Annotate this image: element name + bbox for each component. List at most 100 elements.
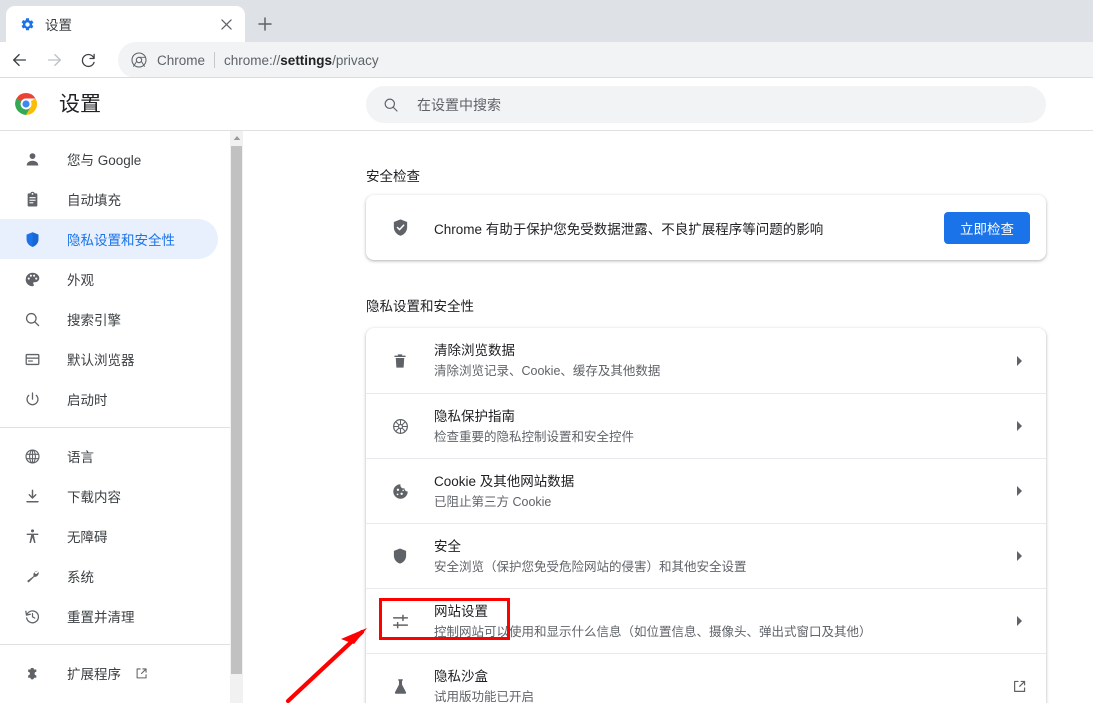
sidebar-item-label: 您与 Google (67, 149, 141, 169)
caret-up-icon[interactable] (230, 131, 243, 145)
row-title: Cookie 及其他网站数据 (434, 474, 574, 489)
browser-tab-settings[interactable]: 设置 (6, 6, 245, 42)
sidebar-item-label: 搜索引擎 (67, 309, 121, 329)
browser-window-icon (22, 349, 42, 369)
sliders-icon (390, 611, 410, 631)
history-restore-icon (22, 606, 42, 626)
cookie-icon (390, 481, 410, 501)
privacy-row-security[interactable]: 安全 安全浏览（保护您免受危险网站的侵害）和其他安全设置 (366, 523, 1046, 588)
page-title: 设置 (59, 92, 101, 117)
chrome-icon (130, 51, 148, 69)
privacy-row-cookies[interactable]: Cookie 及其他网站数据 已阻止第三方 Cookie (366, 458, 1046, 523)
sidebar-item-on-startup[interactable]: 启动时 (0, 379, 218, 419)
safety-check-card[interactable]: Chrome 有助于保护您免受数据泄露、不良扩展程序等问题的影响 立即检查 (366, 195, 1046, 260)
sidebar-scrollbar-thumb[interactable] (231, 146, 242, 674)
sidebar-item-default-browser[interactable]: 默认浏览器 (0, 339, 218, 379)
sidebar-top-gap (0, 131, 230, 139)
privacy-row-site-settings[interactable]: 网站设置 控制网站可以使用和显示什么信息（如位置信息、摄像头、弹出式窗口及其他） (366, 588, 1046, 653)
sidebar-divider-1 (0, 427, 230, 428)
puzzle-icon (22, 663, 42, 683)
shield-check-icon (390, 218, 410, 238)
run-safety-check-button[interactable]: 立即检查 (944, 212, 1030, 244)
accessibility-icon (22, 526, 42, 546)
url-strong: settings (280, 53, 332, 68)
gear-icon (19, 16, 35, 32)
sidebar-item-you-and-google[interactable]: 您与 Google (0, 139, 218, 179)
sidebar-item-system[interactable]: 系统 (0, 556, 218, 596)
sidebar-item-languages[interactable]: 语言 (0, 436, 218, 476)
close-icon[interactable] (215, 13, 237, 35)
chevron-right-icon[interactable] (1008, 415, 1030, 437)
forward-button[interactable] (40, 46, 68, 74)
sidebar-item-autofill[interactable]: 自动填充 (0, 179, 218, 219)
privacy-row-privacy-guide[interactable]: 隐私保护指南 检查重要的隐私控制设置和安全控件 (366, 393, 1046, 458)
search-icon (382, 96, 400, 114)
omnibox-url: chrome://settings/privacy (224, 53, 379, 68)
trash-icon (390, 351, 410, 371)
privacy-row-text: 网站设置 控制网站可以使用和显示什么信息（如位置信息、摄像头、弹出式窗口及其他） (434, 602, 1008, 641)
privacy-row-text: 隐私沙盒 试用版功能已开启 (434, 667, 1008, 703)
row-subtitle: 试用版功能已开启 (434, 688, 1008, 703)
shield-icon (390, 546, 410, 566)
sidebar-item-label: 语言 (67, 446, 94, 466)
person-icon (22, 149, 42, 169)
row-subtitle: 检查重要的隐私控制设置和安全控件 (434, 428, 1008, 446)
wrench-icon (22, 566, 42, 586)
row-title: 安全 (434, 539, 461, 554)
sidebar-item-label: 启动时 (67, 389, 108, 409)
globe-icon (22, 446, 42, 466)
privacy-row-clear-browsing-data[interactable]: 清除浏览数据 清除浏览记录、Cookie、缓存及其他数据 (366, 328, 1046, 393)
privacy-settings-card: 清除浏览数据 清除浏览记录、Cookie、缓存及其他数据 (366, 328, 1046, 703)
row-subtitle: 控制网站可以使用和显示什么信息（如位置信息、摄像头、弹出式窗口及其他） (434, 623, 1008, 641)
privacy-guide-icon (390, 416, 410, 436)
power-icon (22, 389, 42, 409)
browser-window: 设置 (0, 0, 1093, 703)
sidebar-item-search-engine[interactable]: 搜索引擎 (0, 299, 218, 339)
sidebar-item-accessibility[interactable]: 无障碍 (0, 516, 218, 556)
settings-sidebar: 您与 Google 自动填充 隐私设置和安全性 (0, 131, 230, 703)
open-in-new-icon[interactable] (1008, 675, 1030, 697)
privacy-row-text: 隐私保护指南 检查重要的隐私控制设置和安全控件 (434, 407, 1008, 446)
omnibox-chip-label: Chrome (157, 53, 205, 68)
row-title: 隐私保护指南 (434, 409, 515, 424)
row-title: 清除浏览数据 (434, 343, 515, 358)
sidebar-item-extensions[interactable]: 扩展程序 (0, 653, 218, 693)
search-icon (22, 309, 42, 329)
omnibox-separator (214, 52, 215, 68)
sidebar-item-label: 外观 (67, 269, 94, 289)
sidebar-item-label: 系统 (67, 566, 94, 586)
palette-icon (22, 269, 42, 289)
row-subtitle: 已阻止第三方 Cookie (434, 493, 1008, 511)
clipboard-icon (22, 189, 42, 209)
flask-icon (390, 676, 410, 696)
privacy-section-heading: 隐私设置和安全性 (366, 295, 474, 315)
sidebar-item-label: 下载内容 (67, 486, 121, 506)
sidebar-item-appearance[interactable]: 外观 (0, 259, 218, 299)
row-title: 隐私沙盒 (434, 669, 488, 684)
back-button[interactable] (6, 46, 34, 74)
download-icon (22, 486, 42, 506)
chevron-right-icon[interactable] (1008, 545, 1030, 567)
row-title: 网站设置 (434, 604, 488, 619)
chrome-logo-icon (14, 92, 38, 116)
privacy-row-privacy-sandbox[interactable]: 隐私沙盒 试用版功能已开启 (366, 653, 1046, 703)
sidebar-item-privacy-and-security[interactable]: 隐私设置和安全性 (0, 219, 218, 259)
new-tab-button[interactable] (252, 11, 278, 37)
sidebar-item-label: 隐私设置和安全性 (67, 229, 175, 249)
privacy-row-text: 清除浏览数据 清除浏览记录、Cookie、缓存及其他数据 (434, 341, 1008, 380)
settings-main-content: 安全检查 Chrome 有助于保护您免受数据泄露、不良扩展程序等问题的影响 立即… (243, 131, 1093, 703)
chevron-right-icon[interactable] (1008, 350, 1030, 372)
sidebar-item-reset-and-cleanup[interactable]: 重置并清理 (0, 596, 218, 636)
chevron-right-icon[interactable] (1008, 480, 1030, 502)
search-input[interactable] (417, 95, 1046, 115)
sidebar-item-downloads[interactable]: 下载内容 (0, 476, 218, 516)
address-bar[interactable]: Chrome chrome://settings/privacy (118, 42, 1093, 78)
reload-button[interactable] (74, 46, 102, 74)
tab-strip: 设置 (0, 0, 1093, 42)
tab-title: 设置 (45, 14, 215, 34)
safety-check-row: Chrome 有助于保护您免受数据泄露、不良扩展程序等问题的影响 立即检查 (366, 195, 1046, 260)
open-in-new-icon[interactable] (134, 666, 148, 680)
settings-search-box[interactable] (366, 86, 1046, 123)
chevron-right-icon[interactable] (1008, 610, 1030, 632)
sidebar-item-label: 默认浏览器 (67, 349, 135, 369)
